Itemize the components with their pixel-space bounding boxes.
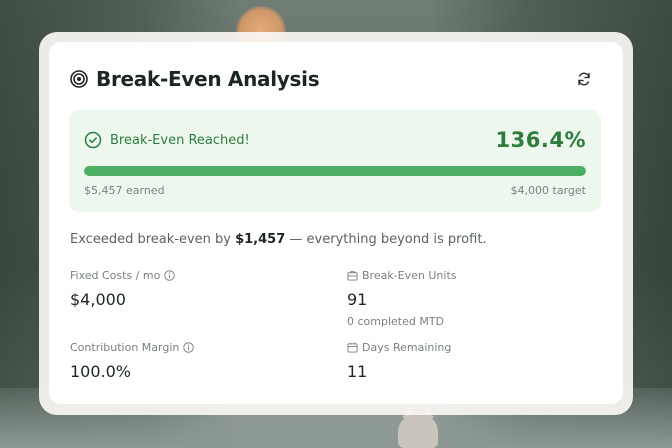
stat-label-row: Fixed Costs / mo [70,268,176,282]
fixed-costs-value: $4,000 [70,290,126,309]
summary-text: Exceeded break-even by $1,457 — everythi… [70,232,487,247]
info-icon[interactable] [164,269,176,281]
stat-break-even-units: Break-Even Units 91 0 completed MTD [347,268,457,329]
check-circle-icon [84,131,102,149]
card-title: Break-Even Analysis [96,67,320,91]
stat-label-row: Break-Even Units [347,268,457,282]
stat-days-remaining: Days Remaining 11 [347,340,451,382]
refresh-icon [576,71,592,87]
progress-bar-fill [84,166,586,176]
break-even-units-value: 91 [347,290,368,309]
refresh-button[interactable] [574,69,594,89]
contribution-margin-label: Contribution Margin [70,340,180,354]
summary-suffix: — everything beyond is profit. [285,232,487,247]
days-remaining-label: Days Remaining [362,340,452,354]
stat-label-row: Days Remaining [347,340,451,354]
break-even-units-label: Break-Even Units [362,268,457,282]
info-icon[interactable] [183,341,195,353]
summary-prefix: Exceeded break-even by [70,232,236,247]
progress-labels: $5,457 earned $4,000 target [84,184,586,197]
days-remaining-value: 11 [347,362,368,381]
target-icon [70,70,88,88]
calendar-icon [347,342,358,353]
break-even-percent: 136.4% [495,128,586,152]
box-icon [347,270,358,281]
earned-label: $5,457 earned [84,184,165,197]
target-label: $4,000 target [510,184,586,197]
progress-bar [84,166,586,176]
contribution-margin-value: 100.0% [70,362,132,381]
background-cat [398,408,438,448]
break-even-units-sub: 0 completed MTD [347,315,445,328]
card-header: Break-Even Analysis [70,66,602,92]
break-even-card: Break-Even Analysis Break-Even Reached! [49,42,623,404]
stat-label-row: Contribution Margin [70,340,195,354]
summary-amount: $1,457 [235,232,286,247]
status-row: Break-Even Reached! 136.4% [84,128,586,152]
stat-fixed-costs: Fixed Costs / mo $4,000 [70,268,176,309]
stat-contribution-margin: Contribution Margin 100.0% [70,340,195,381]
break-even-status-panel: Break-Even Reached! 136.4% $5,457 earned… [69,110,601,212]
status-label: Break-Even Reached! [110,132,250,148]
fixed-costs-label: Fixed Costs / mo [70,268,161,282]
